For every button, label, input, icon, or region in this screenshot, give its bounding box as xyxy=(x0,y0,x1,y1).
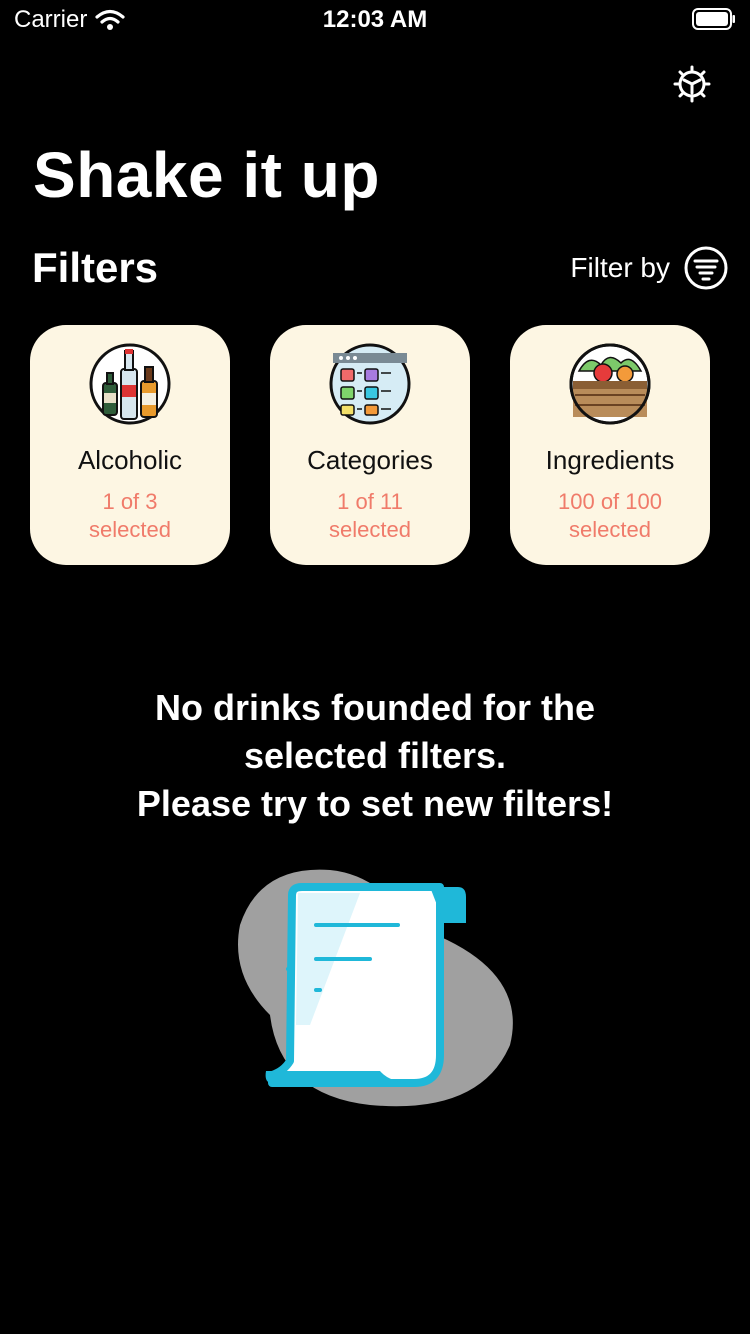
status-bar: Carrier 12:03 AM xyxy=(0,0,750,40)
empty-state-line: No drinks founded for the xyxy=(155,687,595,728)
bottles-icon xyxy=(89,343,171,425)
card-title: Alcoholic xyxy=(77,445,183,475)
selection-suffix: selected xyxy=(89,517,171,542)
filter-cards: Alcoholic 1 of 3 selected Categories 1 o… xyxy=(30,325,720,565)
settings-button[interactable] xyxy=(670,62,714,106)
card-selection-count: 1 of 3 selected xyxy=(89,488,171,544)
filter-lines-icon xyxy=(684,246,728,290)
battery-icon xyxy=(692,8,735,30)
filters-heading: Filters xyxy=(32,244,159,291)
empty-state-line: selected filters. xyxy=(243,735,507,776)
filter-card-ingredients[interactable]: Ingredients 100 of 100 selected xyxy=(510,325,710,565)
selection-count: 100 of 100 xyxy=(558,489,662,514)
categories-grid-icon xyxy=(329,343,411,425)
filter-card-categories[interactable]: Categories 1 of 11 selected xyxy=(270,325,470,565)
selection-suffix: selected xyxy=(329,517,411,542)
card-selection-count: 100 of 100 selected xyxy=(558,488,662,544)
card-selection-count: 1 of 11 selected xyxy=(329,488,411,544)
scroll-icon xyxy=(238,869,513,1107)
vegetable-crate-icon xyxy=(569,343,651,425)
card-title: Ingredients xyxy=(545,445,675,475)
empty-state-message: No drinks founded for the selected filte… xyxy=(0,684,750,828)
selection-suffix: selected xyxy=(569,517,651,542)
filter-card-alcoholic[interactable]: Alcoholic 1 of 3 selected xyxy=(30,325,230,565)
selection-count: 1 of 11 xyxy=(337,489,403,514)
gear-icon xyxy=(673,65,711,103)
app-title: Shake it up xyxy=(33,139,380,211)
empty-state-line: Please try to set new filters! xyxy=(136,783,614,824)
filter-by-label: Filter by xyxy=(570,252,670,283)
selection-count: 1 of 3 xyxy=(102,489,158,514)
filter-by-button[interactable]: Filter by xyxy=(570,246,728,290)
card-title: Categories xyxy=(307,445,433,475)
status-time: 12:03 AM xyxy=(322,6,428,33)
